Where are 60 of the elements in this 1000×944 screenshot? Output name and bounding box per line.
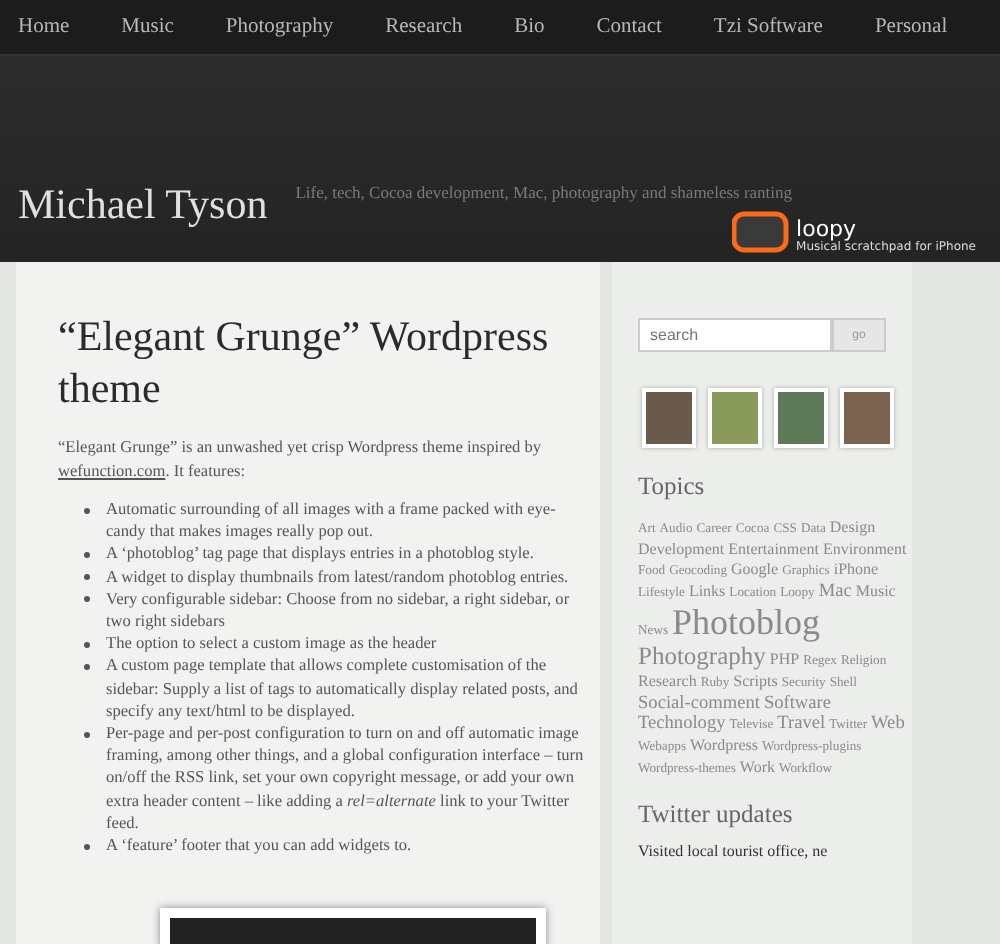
tag-link[interactable]: Software [763, 694, 831, 714]
intro-paragraph: “Elegant Grunge” is an unwashed yet crisp Wordpress theme inspired by wefunction.com. It features: [58, 436, 544, 482]
photo-thumbnail[interactable] [642, 388, 696, 448]
tag-link[interactable]: Design [829, 518, 876, 538]
search-field[interactable]: search [638, 318, 832, 352]
feature-item: The option to select a custom image as the header [106, 632, 437, 655]
photo-thumbnail[interactable] [708, 388, 762, 448]
bullet-icon [84, 551, 90, 558]
tag-link[interactable]: Research [638, 672, 697, 692]
tag-link[interactable]: Work [739, 758, 775, 778]
nav-link[interactable]: Photography [225, 16, 334, 38]
tag-link[interactable]: Photography [638, 642, 766, 670]
tag-link[interactable]: PHP [769, 650, 800, 670]
tag-link[interactable]: Social-comment [638, 694, 760, 714]
device-icon[interactable] [732, 210, 793, 254]
feature-item: A widget to display thumbnails from latest/random photoblog entries. [106, 565, 569, 588]
bullet-icon [84, 574, 90, 581]
post-title[interactable]: “Elegant Grunge” Wordpress theme [58, 310, 600, 414]
nav-link[interactable]: Music [121, 16, 174, 38]
tag-link[interactable]: Web [871, 714, 905, 734]
tag-link[interactable]: Photoblog [672, 604, 821, 640]
feature-item: Very configurable sidebar: Choose from no sidebar, a right sidebar, or two right sidebars [106, 587, 572, 633]
inline-link[interactable]: wefunction.com [58, 461, 166, 479]
photo-thumbnail[interactable] [774, 388, 828, 448]
tweet-text: Visited local tourist office, ne [638, 842, 830, 860]
promo-logo-text[interactable]: loopy [796, 218, 976, 240]
tagline: Life, tech, Cocoa development, Mac, photography and shameless ranting [295, 182, 793, 202]
site-title[interactable]: Michael Tyson [18, 180, 268, 230]
tag-link[interactable]: Development [638, 540, 725, 560]
feature-item: A custom page template that allows complete customisation of the sidebar: Supply a list of tags to automatically display related posts, and specify any text/html to be displayed. [106, 654, 580, 723]
tag-link[interactable]: Entertainment [728, 540, 819, 560]
feature-item: A ‘photoblog’ tag page that displays entries in a photoblog style. [106, 542, 534, 566]
nav-link[interactable]: Bio [514, 16, 545, 38]
tag-link[interactable]: Travel [777, 714, 826, 734]
tag-link[interactable]: Scripts [733, 672, 778, 692]
bullet-icon [84, 596, 90, 603]
nav-link[interactable]: Research [385, 16, 463, 38]
topics-heading: Topics [638, 472, 707, 502]
feature-item: A ‘feature’ footer that you can add widgets to. [106, 834, 412, 857]
nav-link[interactable]: Personal [874, 16, 948, 38]
tag-link[interactable]: Wordpress [690, 736, 759, 756]
tag-link[interactable]: iPhone [833, 560, 879, 580]
feature-item: Per-page and per-post configuration to turn on and off automatic image framing, among other things, and a global configuration interface – turn on/off the RSS link, set your own copyright message, or add your own extra header content – like adding a rel=alternate link to your Twitter feed. [106, 722, 586, 835]
tag-link[interactable]: Google [731, 560, 779, 580]
tag-link[interactable]: Environment [822, 540, 907, 560]
tag-link[interactable]: Mac [818, 582, 852, 602]
nav-link[interactable]: Home [18, 16, 70, 38]
nav-link[interactable]: Tzi Software [713, 16, 823, 38]
nav-link[interactable]: Contact [596, 16, 662, 38]
tag-link[interactable]: Music [855, 582, 896, 602]
bullet-icon [84, 663, 90, 670]
bullet-icon [84, 507, 90, 513]
bullet-icon [84, 731, 90, 738]
bullet-icon [84, 641, 90, 648]
bullet-icon [84, 843, 90, 850]
tag-link[interactable]: Technology [638, 714, 726, 734]
photo-thumbnail[interactable] [840, 388, 894, 448]
twitter-heading: Twitter updates [638, 800, 795, 830]
tag-link[interactable]: Links [688, 582, 726, 602]
feature-item: Automatic surrounding of all images with a frame packed with eye-candy that makes images really pop out. [106, 498, 558, 543]
